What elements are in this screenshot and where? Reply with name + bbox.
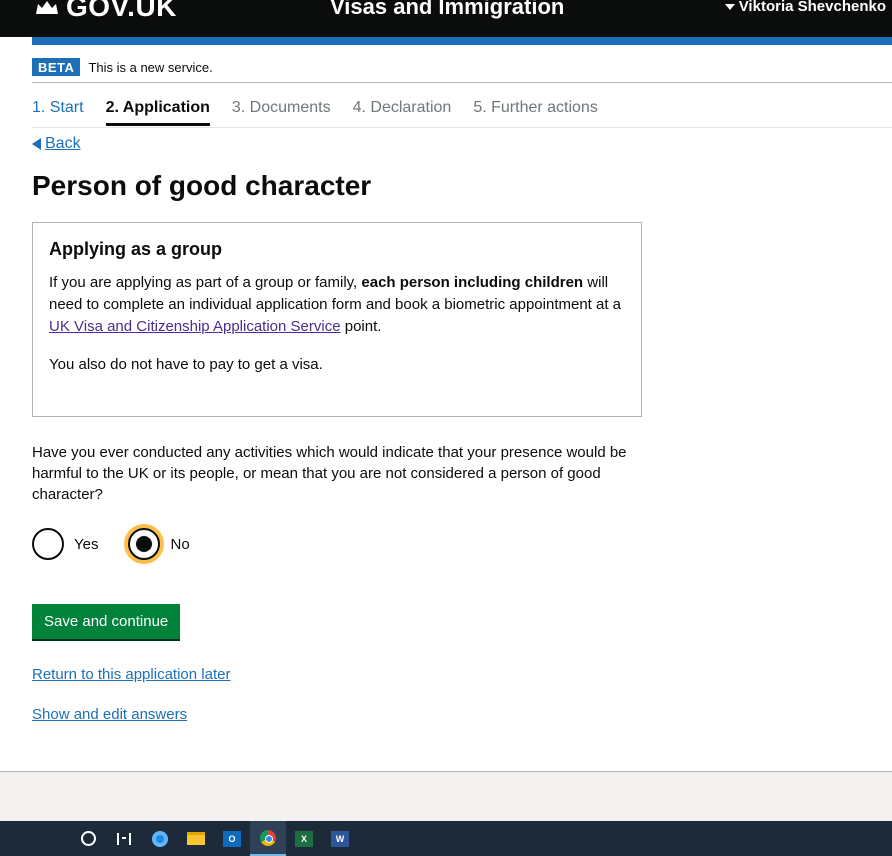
- panel-heading: Applying as a group: [49, 239, 223, 259]
- back-link[interactable]: Back: [32, 135, 81, 153]
- logo-text: GOV.UK: [66, 0, 177, 22]
- cortana-button[interactable]: [70, 821, 106, 856]
- save-and-continue-button[interactable]: Save and continue: [32, 604, 181, 639]
- step-further-actions: 5. Further actions: [473, 99, 598, 116]
- task-view-button[interactable]: [106, 821, 142, 856]
- step-application: 2. Application: [105, 95, 210, 126]
- phase-banner: BETA This is a new service.: [32, 52, 892, 83]
- step-start[interactable]: 1. Start: [32, 95, 84, 127]
- radio-no-label: No: [170, 535, 190, 553]
- show-edit-answers-link[interactable]: Show and edit answers: [32, 706, 187, 723]
- panel-paragraph-2: You also do not have to pay to get a vis…: [49, 356, 323, 373]
- panel-text: If you are applying as part of a group o…: [49, 274, 362, 291]
- panel-paragraph: If you are applying as part of a group o…: [49, 272, 625, 338]
- group-info-panel: Applying as a group If you are applying …: [32, 222, 642, 417]
- chrome-button[interactable]: [250, 821, 286, 856]
- task-view-icon: [117, 832, 131, 845]
- back-link-label: Back: [45, 135, 81, 152]
- phase-text: This is a new service.: [88, 59, 213, 75]
- service-name[interactable]: Visas and Immigration: [330, 0, 564, 20]
- edge-icon: [152, 830, 168, 847]
- word-icon: W: [331, 830, 349, 847]
- edge-button[interactable]: [142, 821, 178, 856]
- outlook-icon: O: [223, 830, 241, 847]
- govuk-logo[interactable]: GOV.UK: [34, 0, 177, 22]
- radio-no-circle[interactable]: [128, 528, 161, 560]
- step-documents: 3. Documents: [231, 99, 331, 116]
- radio-yes-label: Yes: [74, 535, 99, 553]
- radio-yes-circle[interactable]: [32, 528, 64, 560]
- step-navigation: 1. Start 2. Application 3. Documents 4. …: [32, 95, 892, 128]
- cortana-icon: [80, 831, 96, 846]
- site-footer: [0, 771, 892, 822]
- panel-text: point.: [340, 318, 382, 335]
- crown-icon: [36, 1, 58, 14]
- excel-icon: X: [295, 830, 313, 847]
- file-explorer-button[interactable]: [178, 821, 214, 856]
- excel-button[interactable]: X: [286, 821, 322, 856]
- site-header: GOV.UK Visas and Immigration Viktoria Sh…: [0, 0, 892, 45]
- panel-bold-text: each person including children: [361, 274, 584, 291]
- chrome-icon: [260, 829, 276, 846]
- beta-tag: BETA: [32, 58, 81, 76]
- user-name: Viktoria Shevchenko: [738, 0, 886, 15]
- page-title: Person of good character: [32, 170, 372, 201]
- step-declaration: 4. Declaration: [352, 99, 452, 116]
- word-button[interactable]: W: [322, 821, 358, 856]
- back-arrow-icon: [32, 138, 41, 150]
- chevron-down-icon: [724, 3, 735, 10]
- outlook-button[interactable]: O: [214, 821, 250, 856]
- question-text: Have you ever conducted any activities w…: [32, 444, 627, 503]
- radio-yes[interactable]: Yes: [32, 528, 98, 560]
- header-blue-bar: [32, 37, 892, 45]
- uk-vcas-link[interactable]: UK Visa and Citizenship Application Serv…: [49, 318, 341, 335]
- windows-taskbar: O X W: [0, 821, 892, 856]
- radio-group: Yes No: [32, 528, 190, 560]
- file-explorer-icon: [187, 832, 205, 845]
- radio-no[interactable]: No: [128, 528, 190, 560]
- return-later-link[interactable]: Return to this application later: [32, 666, 230, 683]
- user-menu[interactable]: Viktoria Shevchenko: [724, 0, 886, 15]
